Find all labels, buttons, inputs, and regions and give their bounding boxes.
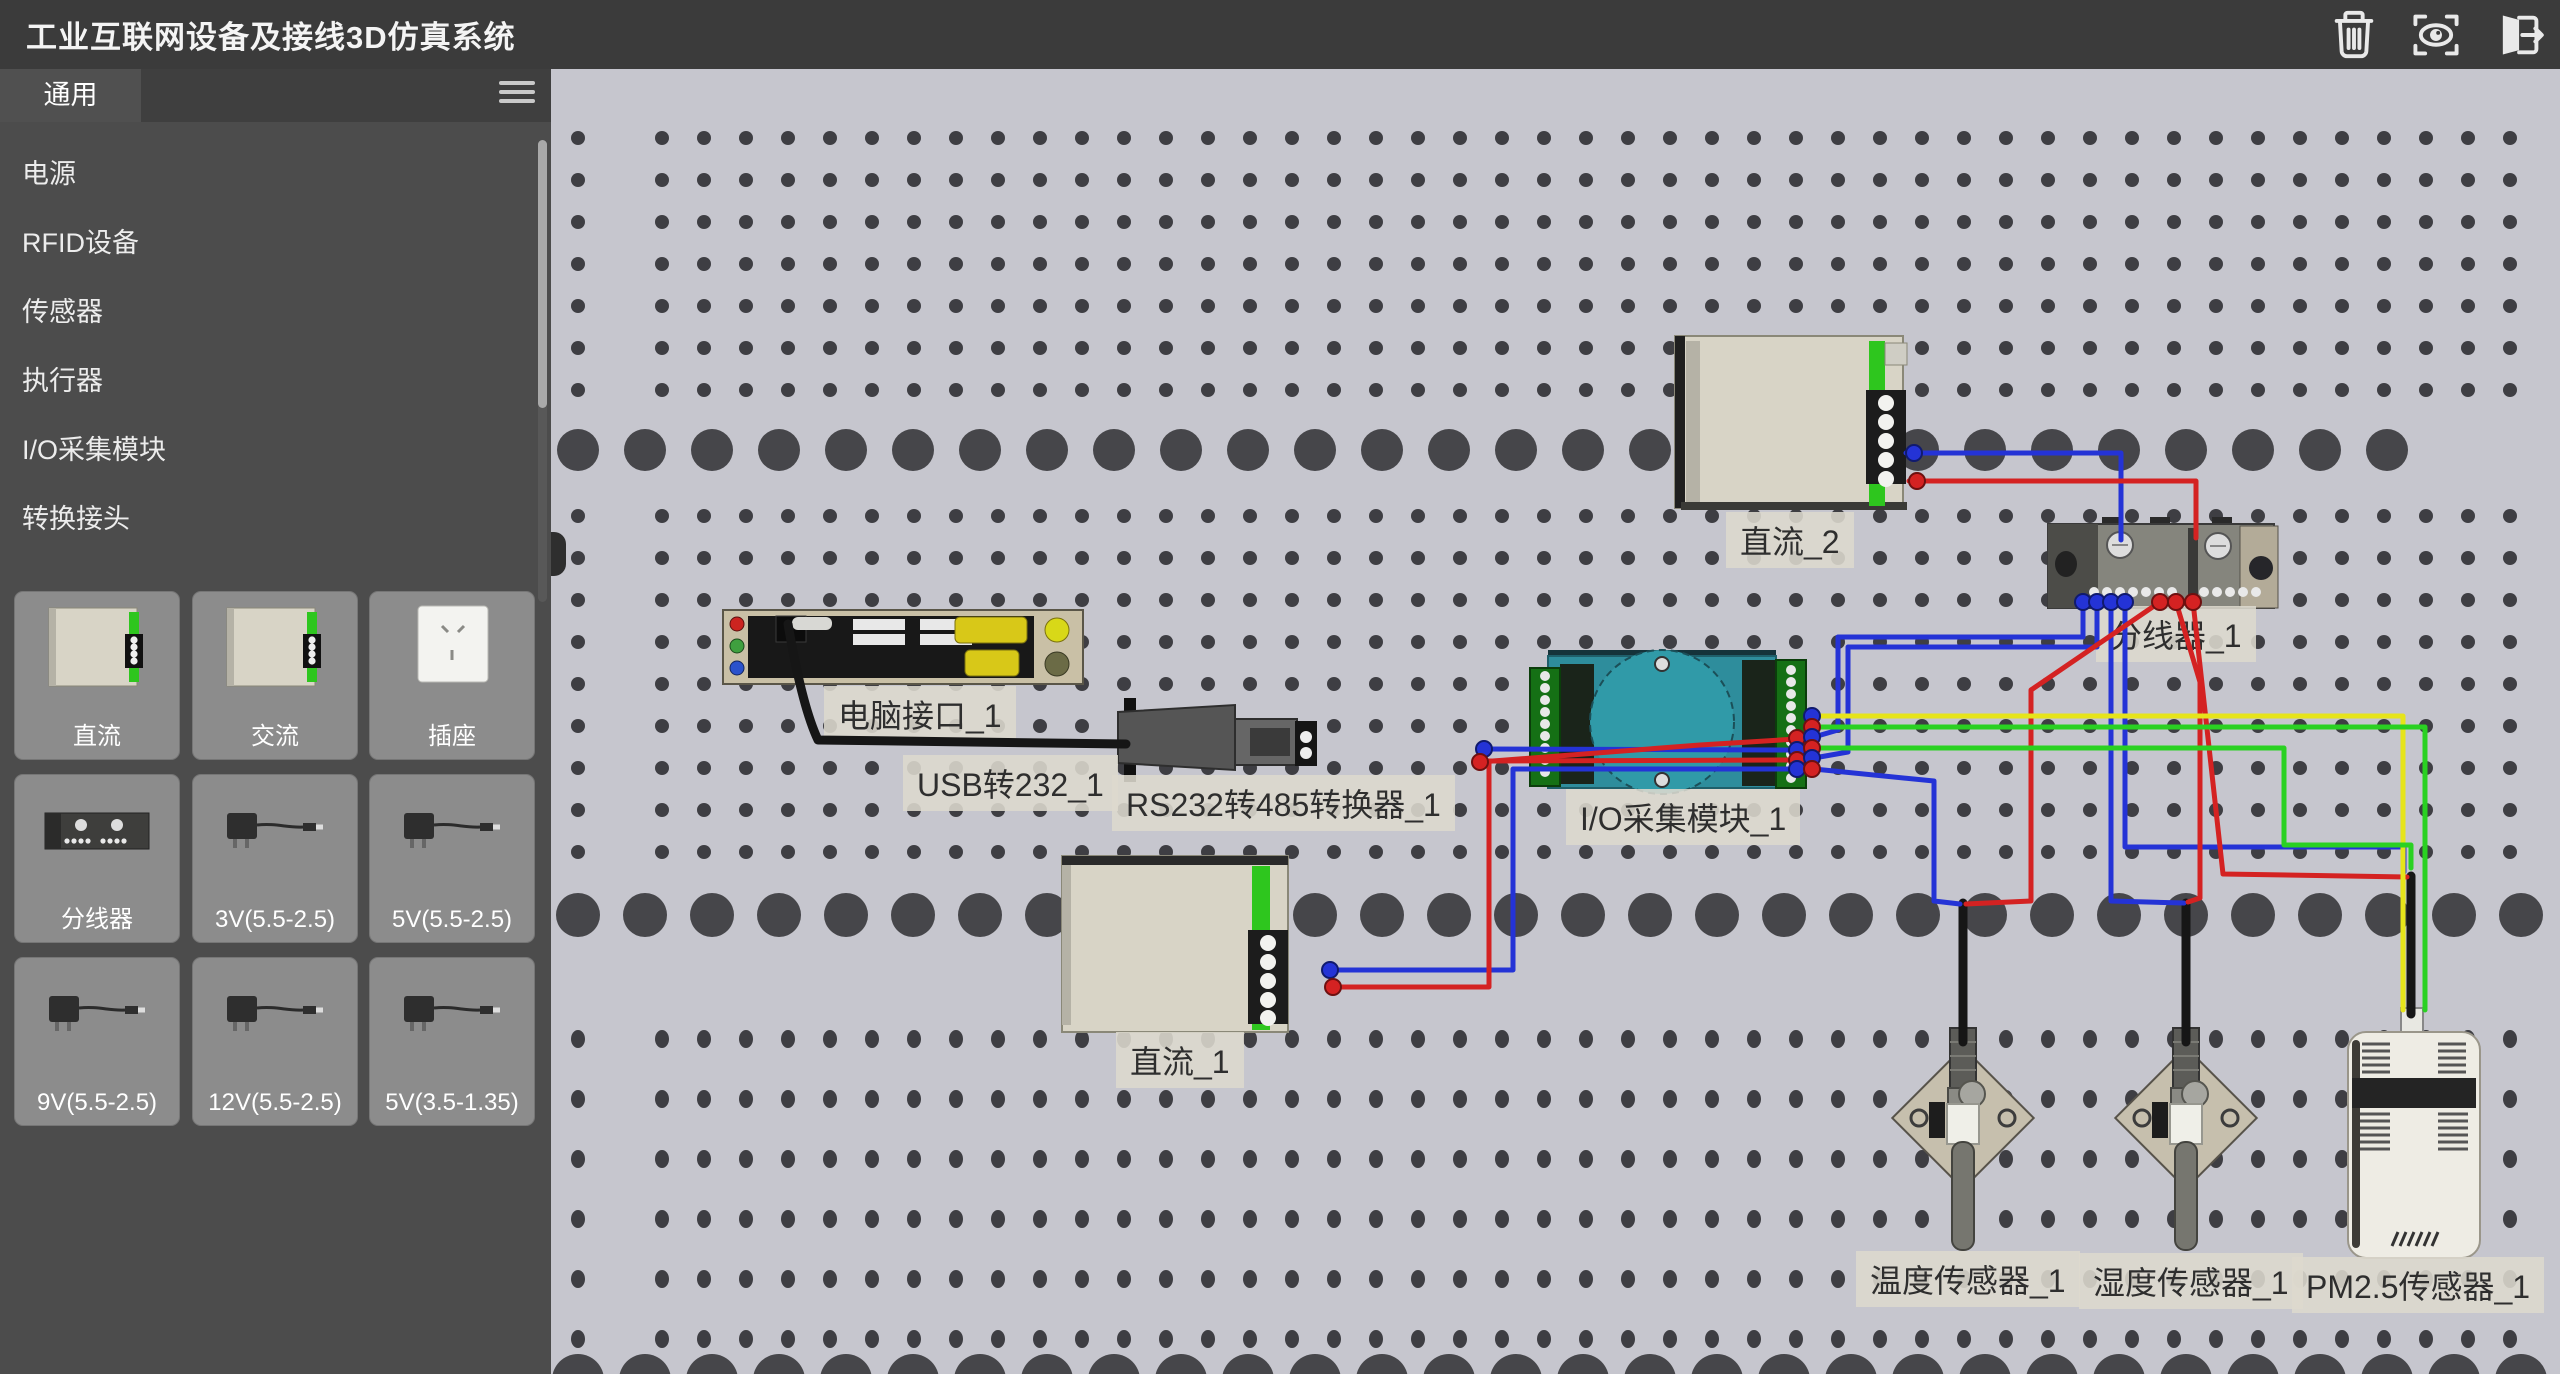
dc-thumbnail-icon — [215, 600, 335, 701]
exit-button[interactable] — [2490, 7, 2546, 63]
device-temp-sensor-1[interactable] — [1892, 1028, 2033, 1250]
palette-item-4[interactable]: 分线器 — [14, 774, 180, 943]
socket-thumbnail-icon — [392, 600, 512, 701]
exit-door-icon — [2492, 9, 2544, 61]
palette-item-label: 交流 — [193, 716, 357, 751]
palette-item-9[interactable]: 5V(3.5-1.35) — [369, 957, 535, 1126]
palette-item-1[interactable]: 直流 — [14, 591, 180, 760]
eye-focus-icon — [2410, 9, 2462, 61]
title-bar: 工业互联网设备及接线3D仿真系统 — [0, 0, 2560, 69]
menu-scrollbar-thumb[interactable] — [538, 140, 547, 408]
tab-general[interactable]: 通用 — [0, 62, 141, 122]
device-dc-2[interactable] — [1675, 336, 1907, 510]
palette-item-7[interactable]: 9V(5.5-2.5) — [14, 957, 180, 1126]
view-button[interactable] — [2408, 7, 2464, 63]
adapter-thumbnail-icon — [215, 966, 335, 1067]
sidebar-item-5[interactable]: I/O采集模块 — [0, 416, 530, 485]
sidebar-header: 通用 — [0, 62, 551, 122]
palette-item-label: 5V(5.5-2.5) — [370, 906, 534, 934]
sidebar: 通用 电源RFID设备传感器执行器I/O采集模块转换接头 直流交流插座分线器 3V… — [0, 62, 551, 1374]
sidebar-item-4[interactable]: 执行器 — [0, 347, 530, 416]
sidebar-collapse-handle[interactable] — [551, 532, 566, 576]
category-menu: 电源RFID设备传感器执行器I/O采集模块转换接头 — [0, 140, 530, 554]
dc-thumbnail-icon — [37, 600, 157, 701]
palette-item-label: 12V(5.5-2.5) — [193, 1089, 357, 1117]
device-dc-1[interactable] — [1062, 856, 1288, 1032]
device-hum-sensor-1[interactable] — [2115, 1028, 2256, 1250]
sidebar-item-6[interactable]: 转换接头 — [0, 485, 530, 554]
trash-icon — [2328, 9, 2380, 61]
device-splitter-1[interactable] — [2048, 517, 2278, 608]
hamburger-menu-icon[interactable] — [499, 76, 539, 108]
adapter-thumbnail-icon — [37, 966, 157, 1067]
sidebar-item-1[interactable]: 电源 — [0, 140, 530, 209]
palette-item-5[interactable]: 3V(5.5-2.5) — [192, 774, 358, 943]
palette-item-label: 插座 — [370, 716, 534, 751]
palette-item-label: 直流 — [15, 716, 179, 751]
device-io-module-1[interactable] — [1530, 650, 1806, 794]
sidebar-item-3[interactable]: 传感器 — [0, 278, 530, 347]
adapter-thumbnail-icon — [392, 966, 512, 1067]
palette-item-label: 9V(5.5-2.5) — [15, 1089, 179, 1117]
palette-item-label: 分线器 — [15, 899, 179, 934]
delete-button[interactable] — [2326, 7, 2382, 63]
palette-item-2[interactable]: 交流 — [192, 591, 358, 760]
palette-item-label: 5V(3.5-1.35) — [370, 1089, 534, 1117]
palette-item-8[interactable]: 12V(5.5-2.5) — [192, 957, 358, 1126]
adapter-thumbnail-icon — [215, 783, 335, 884]
app-window: 直流_2电脑接口_1USB转232_1RS232转485转换器_1I/O采集模块… — [0, 0, 2560, 1374]
palette-item-6[interactable]: 5V(5.5-2.5) — [369, 774, 535, 943]
palette-item-label: 3V(5.5-2.5) — [193, 906, 357, 934]
adapter-thumbnail-icon — [392, 783, 512, 884]
device-usb232-1[interactable] — [1118, 698, 1317, 782]
sidebar-item-2[interactable]: RFID设备 — [0, 209, 530, 278]
app-title: 工业互联网设备及接线3D仿真系统 — [26, 12, 516, 57]
device-pc-port-1[interactable] — [723, 610, 1083, 684]
device-pm25-sensor-1[interactable] — [2348, 1008, 2480, 1258]
palette-item-3[interactable]: 插座 — [369, 591, 535, 760]
splitter-thumbnail-icon — [37, 783, 157, 884]
